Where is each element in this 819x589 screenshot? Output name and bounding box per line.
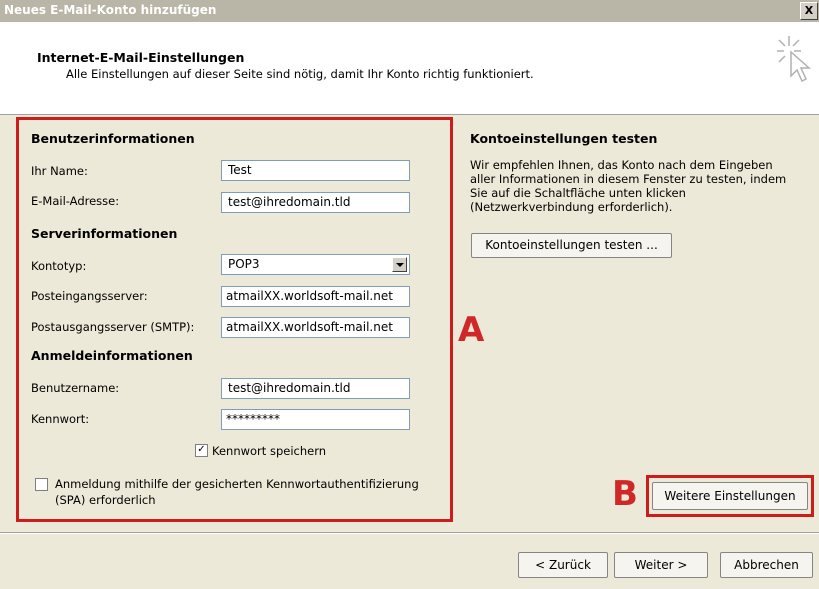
account-type-label: Kontotyp: (31, 259, 87, 273)
test-desc-line1: Wir empfehlen Ihnen, das Konto nach dem … (470, 158, 773, 172)
name-field[interactable]: Test (221, 160, 410, 181)
annotation-label-b: B (612, 474, 638, 514)
back-button[interactable]: < Zurück (518, 552, 608, 578)
test-desc-line3: Sie auf die Schaltfläche unten klicken (470, 186, 686, 200)
section-user-info: Benutzerinformationen (31, 131, 195, 146)
remember-password-checkbox[interactable]: ✓ (195, 444, 208, 457)
test-desc-line4: (Netzwerkverbindung erforderlich). (470, 200, 673, 214)
section-test-settings: Kontoeinstellungen testen (470, 131, 658, 146)
password-field[interactable]: ********* (221, 409, 410, 430)
email-label: E-Mail-Adresse: (31, 194, 120, 208)
wizard-header: Internet-E-Mail-Einstellungen Alle Einst… (0, 22, 819, 115)
close-button[interactable]: X (800, 2, 818, 20)
name-label: Ihr Name: (31, 164, 88, 178)
username-field[interactable]: test@ihredomain.tld (221, 378, 410, 399)
username-label: Benutzername: (31, 381, 120, 395)
cursor-sparkle-icon (777, 36, 811, 83)
cancel-button[interactable]: Abbrechen (720, 552, 813, 578)
window-title: Neues E-Mail-Konto hinzufügen (4, 3, 217, 17)
incoming-server-field[interactable]: atmailXX.worldsoft-mail.net (221, 286, 410, 307)
account-type-value: POP3 (228, 257, 260, 271)
password-label: Kennwort: (31, 412, 90, 426)
test-desc-line2: aller Informationen in diesem Fenster zu… (470, 172, 787, 186)
spa-label-line1: Anmeldung mithilfe der gesicherten Kennw… (55, 477, 419, 491)
test-settings-description: Wir empfehlen Ihnen, das Konto nach dem … (470, 158, 786, 214)
footer-separator-highlight (0, 533, 819, 534)
section-login-info: Anmeldeinformationen (31, 348, 193, 363)
annotation-label-a: A (458, 310, 485, 350)
remember-password-label: Kennwort speichern (212, 444, 327, 458)
test-account-settings-button[interactable]: Kontoeinstellungen testen ... (471, 233, 672, 258)
incoming-server-label: Posteingangsserver: (31, 289, 148, 303)
account-type-select[interactable]: POP3 (221, 254, 410, 275)
section-server-info: Serverinformationen (31, 226, 178, 241)
chevron-down-icon[interactable] (392, 257, 407, 272)
title-bar: Neues E-Mail-Konto hinzufügen X (0, 0, 819, 22)
page-subtitle: Alle Einstellungen auf dieser Seite sind… (66, 67, 534, 81)
outgoing-server-label: Postausgangsserver (SMTP): (31, 320, 195, 334)
email-field[interactable]: test@ihredomain.tld (221, 192, 410, 213)
page-title: Internet-E-Mail-Einstellungen (37, 50, 245, 65)
spa-checkbox[interactable] (35, 478, 48, 491)
next-button[interactable]: Weiter > (614, 552, 708, 578)
spa-label-line2: (SPA) erforderlich (55, 493, 156, 507)
outgoing-server-field[interactable]: atmailXX.worldsoft-mail.net (221, 317, 410, 338)
more-settings-button[interactable]: Weitere Einstellungen (652, 482, 808, 510)
